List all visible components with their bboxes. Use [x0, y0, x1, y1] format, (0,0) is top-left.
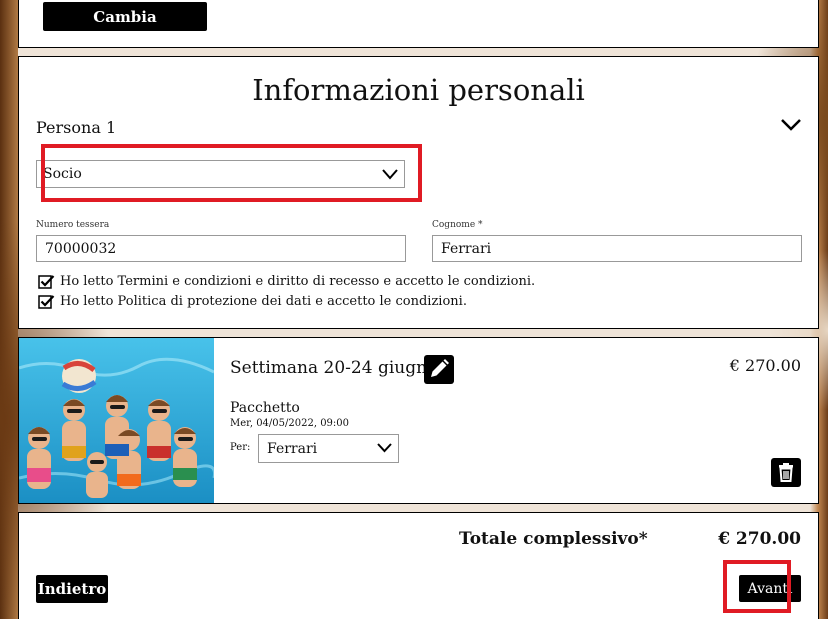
- edit-button[interactable]: [424, 355, 454, 384]
- surname-label: Cognome *: [432, 220, 483, 230]
- change-button[interactable]: Cambia: [43, 2, 207, 31]
- total-panel: Totale complessivo* € 270.00 Indietro Av…: [18, 512, 819, 619]
- terms-checkbox-label: Ho letto Termini e condizioni e diritto …: [60, 274, 536, 289]
- per-label: Per:: [230, 442, 251, 453]
- product-price: € 270.00: [729, 356, 801, 375]
- person-label: Persona 1: [36, 118, 117, 137]
- card-number-field[interactable]: 70000032: [36, 235, 406, 262]
- total-label: Totale complessivo*: [459, 529, 648, 549]
- checkbox-checked-icon[interactable]: [38, 294, 55, 309]
- privacy-checkbox-row[interactable]: Ho letto Politica di protezione dei dati…: [38, 294, 467, 309]
- product-image: [19, 338, 214, 503]
- section-title: Informazioni personali: [252, 73, 585, 107]
- surname-value: Ferrari: [441, 240, 492, 257]
- checkbox-checked-icon[interactable]: [38, 274, 55, 289]
- participant-select[interactable]: Ferrari: [258, 434, 399, 463]
- delete-button[interactable]: [771, 458, 801, 487]
- chevron-down-icon: [382, 169, 398, 180]
- cart-item-panel: Settimana 20-24 giugno € 270.00 Pacchett…: [18, 337, 819, 504]
- chevron-down-icon[interactable]: [780, 117, 802, 133]
- terms-checkbox-row[interactable]: Ho letto Termini e condizioni e diritto …: [38, 274, 535, 289]
- trash-icon: [779, 463, 793, 482]
- personal-info-panel: Informazioni personali Persona 1 Socio N…: [18, 56, 819, 329]
- product-title: Settimana 20-24 giugno: [230, 358, 438, 378]
- surname-field[interactable]: Ferrari: [432, 235, 802, 262]
- back-button[interactable]: Indietro: [36, 575, 108, 603]
- total-value: € 270.00: [718, 529, 801, 549]
- membership-select-value: Socio: [43, 166, 82, 182]
- product-type: Pacchetto: [230, 400, 300, 416]
- chevron-down-icon: [377, 443, 392, 453]
- membership-type-select[interactable]: Socio: [36, 160, 405, 188]
- product-date: Mer, 04/05/2022, 09:00: [230, 418, 350, 429]
- top-panel: Cambia: [18, 0, 819, 48]
- pencil-icon: [431, 359, 449, 377]
- privacy-checkbox-label: Ho letto Politica di protezione dei dati…: [60, 294, 467, 309]
- participant-select-value: Ferrari: [267, 440, 318, 457]
- card-number-label: Numero tessera: [36, 220, 110, 230]
- card-number-value: 70000032: [45, 240, 117, 257]
- next-button[interactable]: Avanti: [739, 575, 801, 602]
